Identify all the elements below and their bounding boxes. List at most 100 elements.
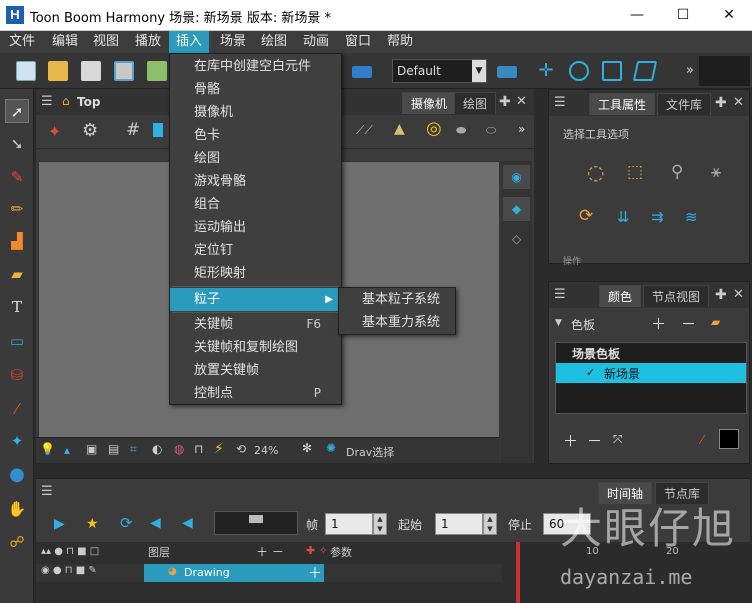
tab-node-view[interactable]: 节点视图 xyxy=(643,285,710,307)
mirror-icon[interactable]: ◎ xyxy=(426,118,442,139)
add-param-icon[interactable]: ＋ xyxy=(308,563,322,583)
menu-item-keyframe-duplicate[interactable]: 关键帧和复制绘图 xyxy=(170,336,341,359)
color-panel-close-icon[interactable]: ✕ xyxy=(733,287,744,302)
onion-skin-icon[interactable]: ⟋⟋ xyxy=(356,123,373,138)
layer-tools-icon[interactable]: ✚ ✧ xyxy=(306,544,328,557)
lock-icon[interactable]: ⊓ xyxy=(194,442,203,456)
hand-tool-icon[interactable]: ✋ xyxy=(5,497,29,521)
rotate-icon[interactable] xyxy=(569,61,589,81)
palette-expand-icon[interactable]: ▼ xyxy=(555,318,562,328)
select-tool-icon[interactable]: ➚ xyxy=(5,99,29,123)
start-field[interactable]: 1 xyxy=(435,513,483,535)
wand-icon[interactable]: ⚹ xyxy=(711,162,721,182)
menu-item-camera[interactable]: 摄像机 xyxy=(170,101,341,124)
submenu-basic-gravity-system[interactable]: 基本重力系统 xyxy=(339,311,455,334)
layer-row-toggles-icon[interactable]: ◉ ● ⊓ ■ ✎ xyxy=(41,565,97,576)
tab-library[interactable]: 文件库 xyxy=(657,93,712,115)
home-icon[interactable]: ⌂ xyxy=(62,94,70,108)
menu-item-create-empty-symbol[interactable]: 在库中创建空白元件 xyxy=(170,55,341,78)
colour-options-icon[interactable]: ⤧ xyxy=(613,432,623,447)
layer-name-cell[interactable]: ◕ Drawing ＋ xyxy=(144,564,324,582)
save-as-icon[interactable] xyxy=(114,61,134,81)
playhead[interactable] xyxy=(516,542,520,603)
close-panel-icon[interactable]: ✕ xyxy=(516,94,527,109)
rigging-tool-icon[interactable]: ☍ xyxy=(5,530,29,554)
save-icon[interactable] xyxy=(81,61,101,81)
eraser-tool-icon[interactable]: ▰ xyxy=(5,262,29,286)
brush-marker-icon[interactable]: ✦ xyxy=(48,122,61,141)
sound-icon[interactable]: ◀ xyxy=(150,515,161,531)
reset-icon[interactable]: ⟲ xyxy=(236,442,246,456)
lasso-icon[interactable]: ◌ xyxy=(587,160,604,184)
menu-item-peg[interactable]: 定位钉 xyxy=(170,239,341,262)
dropper-tool-icon[interactable]: ⁄ xyxy=(5,397,29,421)
open-scene-icon[interactable] xyxy=(48,61,68,81)
text-tool-icon[interactable]: T xyxy=(5,295,29,319)
pencil-tool-icon[interactable]: ✏ xyxy=(5,197,29,221)
menu-item-keyframe[interactable]: 关键帧 F6 xyxy=(170,313,341,336)
menu-item-motion-output[interactable]: 运动输出 xyxy=(170,216,341,239)
settings-icon[interactable]: ✻ xyxy=(302,441,312,455)
layer-toggles-icon[interactable]: ▴▴ ● ⊓ ■ □ xyxy=(41,546,99,557)
grid-icon[interactable]: # xyxy=(126,120,140,140)
disc-outline-icon[interactable]: ⬭ xyxy=(486,123,496,138)
align-down-icon[interactable]: ⇊ xyxy=(617,208,630,226)
play-selection-icon[interactable]: ★ xyxy=(86,516,99,532)
skew-icon[interactable] xyxy=(632,61,658,81)
film-icon[interactable]: ▤ xyxy=(108,442,119,456)
layer-row[interactable]: ◉ ● ⊓ ■ ✎ ◕ Drawing ＋ xyxy=(36,564,502,582)
toolbar-overflow-icon[interactable]: » xyxy=(686,63,694,78)
speed-slider-handle[interactable] xyxy=(249,515,263,523)
layer-up-icon[interactable]: ▴ xyxy=(64,443,70,457)
flatten-icon[interactable]: ≋ xyxy=(685,208,698,226)
zoom-tool-icon[interactable]: ● xyxy=(5,463,29,487)
gear-icon[interactable]: ⚙ xyxy=(82,120,98,141)
close-button[interactable]: ✕ xyxy=(706,0,752,31)
menu-item-drawing[interactable]: 绘图 xyxy=(170,147,341,170)
submenu-basic-particle-system[interactable]: 基本粒子系统 xyxy=(339,288,455,311)
flash-icon[interactable]: ⚡ xyxy=(214,441,224,457)
menu-drawing[interactable]: 绘图 xyxy=(254,31,294,53)
palette-folder-icon[interactable]: ▰ xyxy=(711,315,720,329)
breadcrumb[interactable]: Top xyxy=(77,95,100,109)
view-eye-icon[interactable]: ◐ xyxy=(152,442,162,456)
menu-insert[interactable]: 插入 xyxy=(169,31,210,53)
timeline-menu-icon[interactable]: ☰ xyxy=(41,484,53,499)
tool-panel-menu-icon[interactable]: ☰ xyxy=(554,95,566,110)
brush-tool-icon[interactable]: ✎ xyxy=(5,165,29,189)
perspective-icon[interactable]: ◇ xyxy=(503,229,530,249)
layout-icon[interactable] xyxy=(352,66,372,78)
start-stepper[interactable]: ▲ ▼ xyxy=(483,513,497,535)
frame-field[interactable]: 1 xyxy=(325,513,373,535)
light-icon[interactable]: 💡 xyxy=(40,442,55,456)
safe-area-icon[interactable] xyxy=(153,123,163,137)
tab-camera[interactable]: 摄像机 xyxy=(402,92,457,114)
pivot-tool-icon[interactable]: ✦ xyxy=(5,429,29,453)
play-icon[interactable]: ▶ xyxy=(54,516,65,532)
onion-icon[interactable]: ◍ xyxy=(174,442,184,456)
shape-tool-icon[interactable]: ▭ xyxy=(5,329,29,353)
marquee-icon[interactable]: ⬚ xyxy=(627,162,643,182)
frame-icon[interactable]: ▣ xyxy=(86,442,97,456)
import-icon[interactable] xyxy=(147,61,167,81)
menu-help[interactable]: 帮助 xyxy=(380,31,420,53)
tool-panel-add-icon[interactable]: ✚ xyxy=(715,95,727,111)
minimize-button[interactable]: — xyxy=(614,0,660,31)
menu-animation[interactable]: 动画 xyxy=(296,31,336,53)
current-colour-swatch[interactable] xyxy=(719,429,739,449)
draw-select-label[interactable]: Drav选择 xyxy=(346,444,394,460)
workspace-preset-select[interactable]: Default ▼ xyxy=(392,59,487,83)
bone-select-icon[interactable]: ⚲ xyxy=(671,162,683,182)
tab-tool-properties[interactable]: 工具属性 xyxy=(589,93,656,115)
add-colour-icon[interactable]: ＋ xyxy=(563,430,578,451)
remove-palette-icon[interactable]: － xyxy=(681,313,696,334)
remove-colour-icon[interactable]: － xyxy=(587,430,602,451)
menu-view[interactable]: 视图 xyxy=(86,31,126,53)
menu-window[interactable]: 窗口 xyxy=(338,31,378,53)
workspace-icon[interactable] xyxy=(497,66,517,78)
add-palette-icon[interactable]: ＋ xyxy=(651,313,666,334)
camera-toolbar-overflow-icon[interactable]: » xyxy=(518,122,525,136)
align-right-icon[interactable]: ⇉ xyxy=(651,208,664,226)
palette-row[interactable]: ✓ 新场景 xyxy=(556,363,746,383)
scale-icon[interactable] xyxy=(602,61,622,81)
